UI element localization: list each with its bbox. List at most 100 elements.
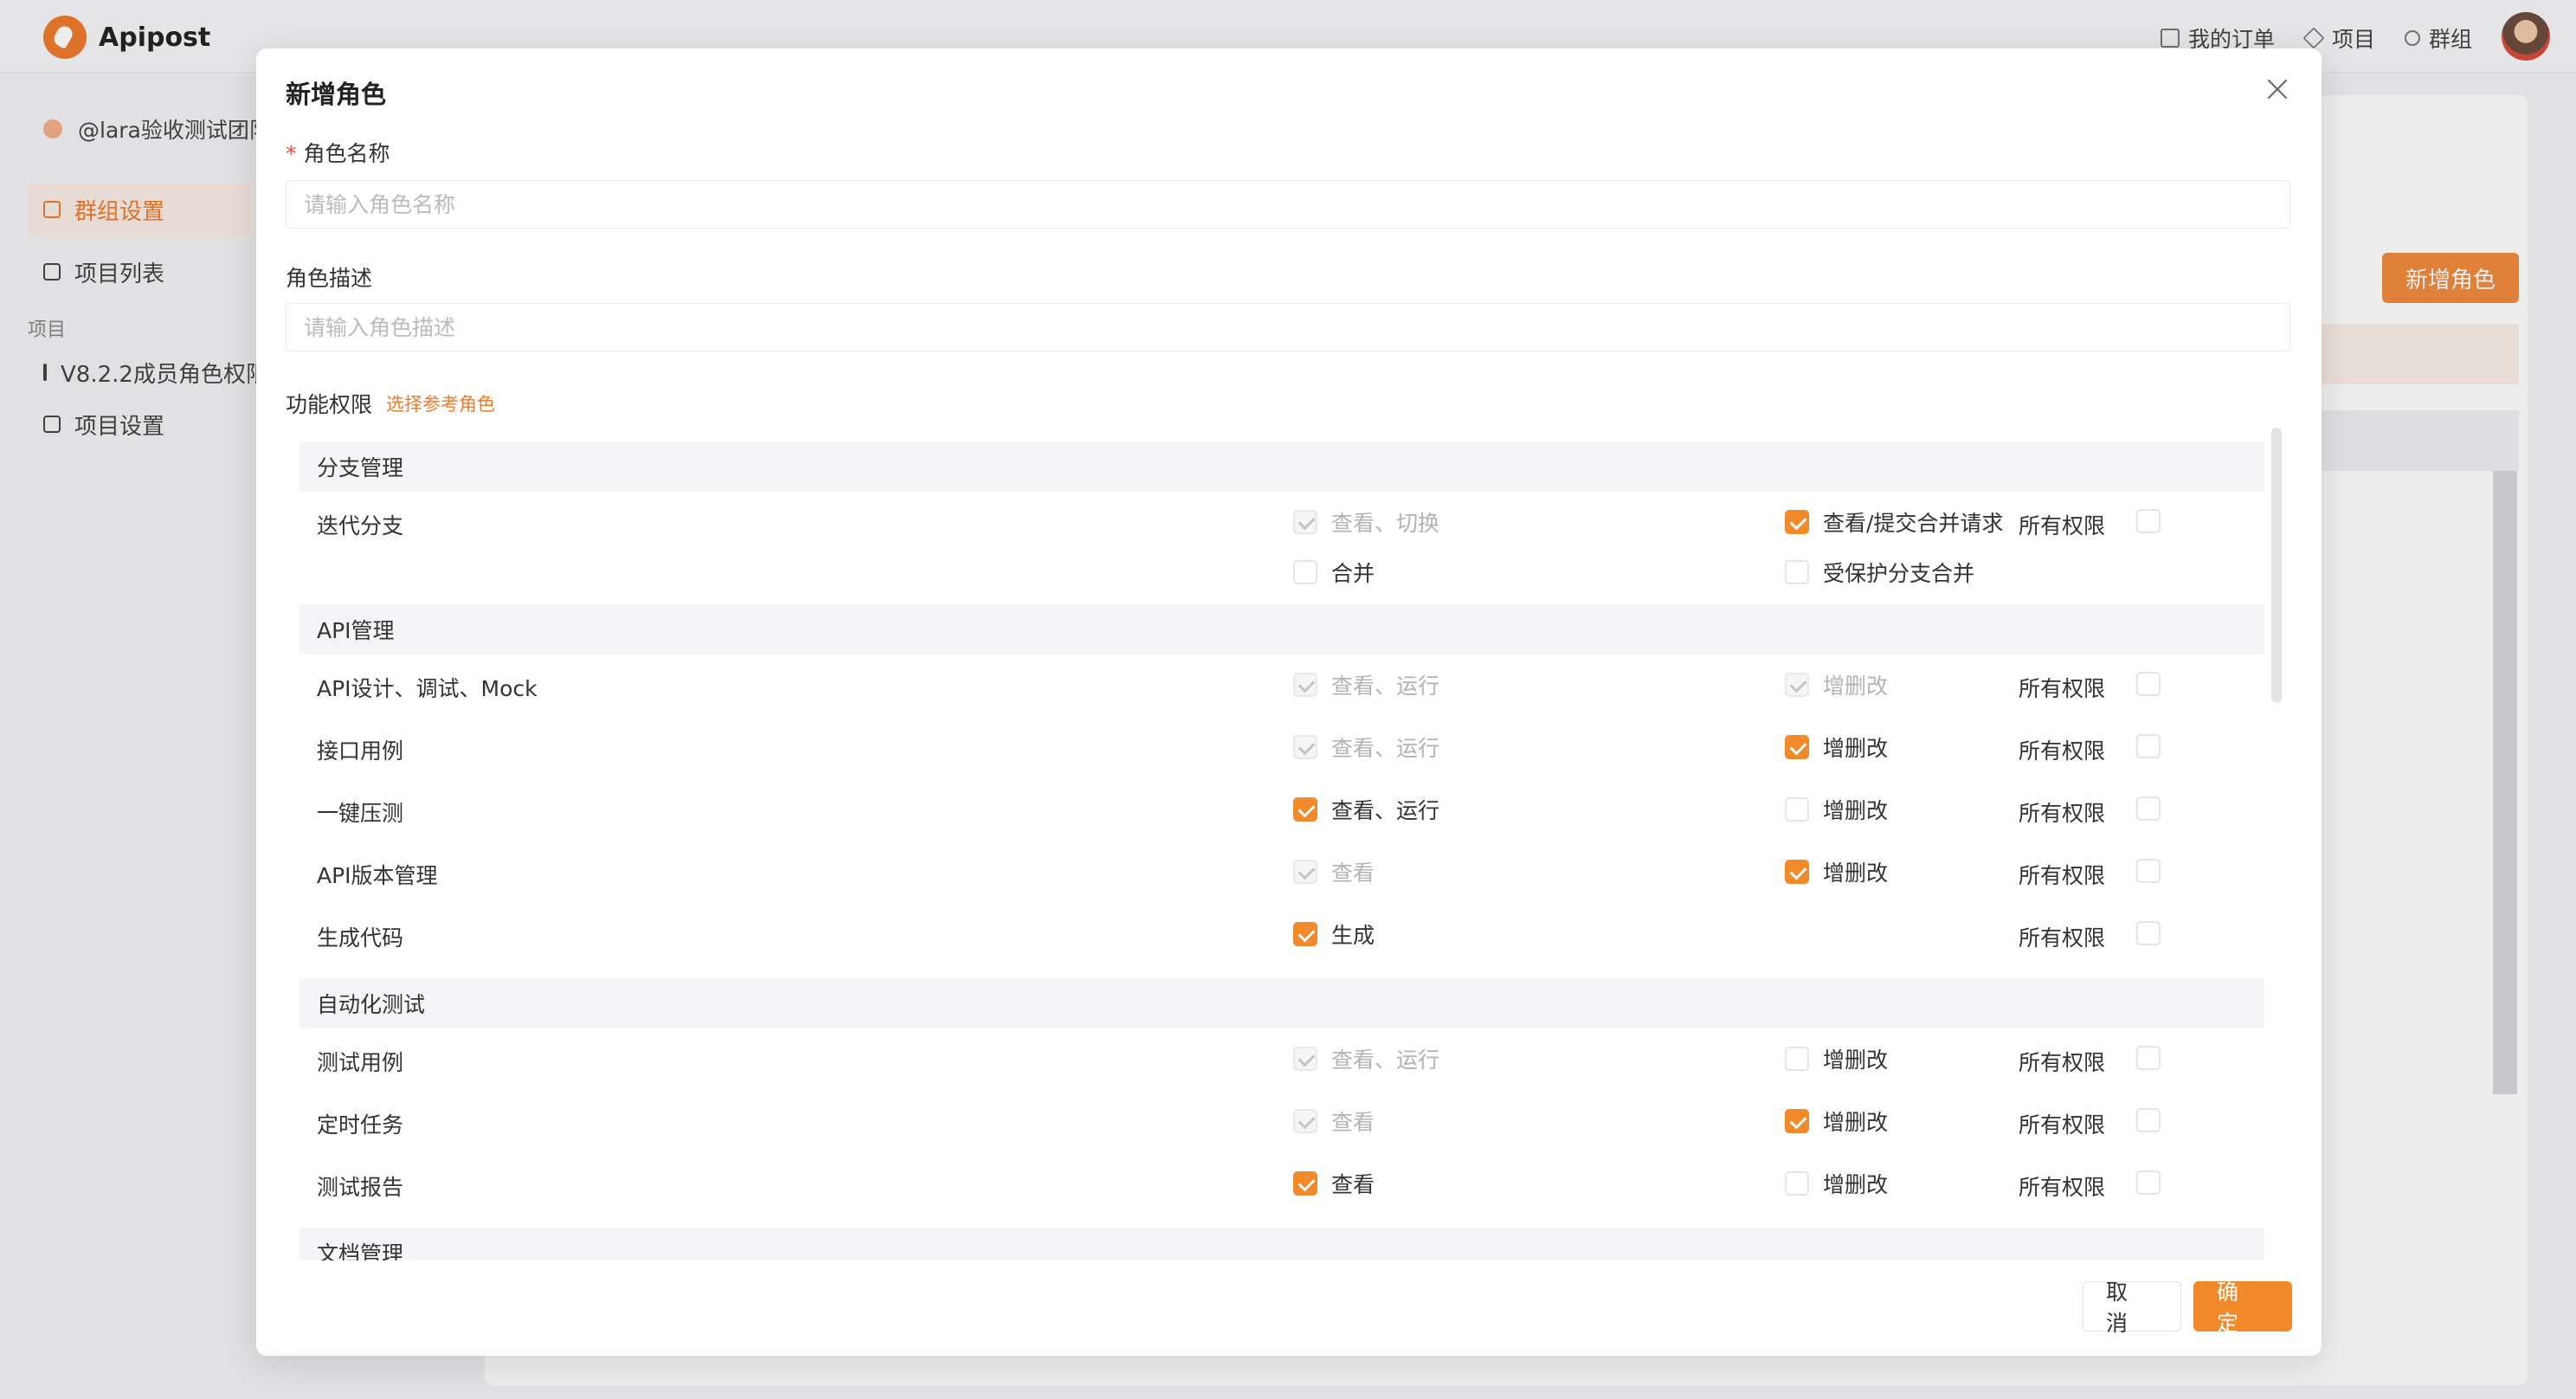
checkbox <box>1293 735 1317 759</box>
role-desc-label: 角色描述 <box>286 266 373 291</box>
permission-row: 迭代分支 查看、切换 查看/提交合并请求合并 受保护分支合并 所有权限 <box>299 497 2264 586</box>
permission-option[interactable]: 查看/提交合并请求 <box>1785 506 2003 538</box>
permission-name: 生成代码 <box>317 925 404 951</box>
option-label: 查看 <box>1331 1172 1375 1197</box>
select-reference-role-link[interactable]: 选择参考角色 <box>386 390 495 416</box>
checkbox[interactable] <box>1293 797 1317 822</box>
permission-row: API设计、调试、Mock 查看、运行 增删改 所有权限 <box>299 660 2264 708</box>
all-permissions-label: 所有权限 <box>2019 925 2106 951</box>
permission-option: 查看 <box>1293 1106 1375 1137</box>
permission-option: 查看、切换 <box>1293 506 1439 538</box>
all-permissions-checkbox[interactable] <box>2136 672 2161 696</box>
permission-option[interactable]: 受保护分支合并 <box>1785 557 1974 588</box>
checkbox[interactable] <box>1785 560 1809 584</box>
modal-footer: 取 消 确 定 <box>2083 1280 2292 1336</box>
close-icon[interactable] <box>2263 74 2292 104</box>
permission-option[interactable]: 查看、运行 <box>1293 794 1439 825</box>
checkbox[interactable] <box>1293 560 1317 584</box>
checkbox <box>1293 673 1317 697</box>
permission-option[interactable]: 合并 <box>1293 557 1375 588</box>
permission-option: 查看、运行 <box>1293 732 1439 763</box>
option-label: 生成 <box>1331 923 1375 948</box>
permission-name: 一键压测 <box>317 801 404 826</box>
permission-row: 测试用例 查看、运行 增删改 所有权限 <box>299 1034 2264 1082</box>
permission-section-header: API管理 <box>299 604 2264 654</box>
perm-label: 功能权限 <box>286 392 373 417</box>
checkbox[interactable] <box>1785 510 1809 534</box>
all-permissions-checkbox[interactable] <box>2136 859 2161 883</box>
confirm-button[interactable]: 确 定 <box>2193 1280 2292 1336</box>
permission-option[interactable]: 增删改 <box>1785 856 1888 887</box>
permission-option: 查看 <box>1293 856 1375 887</box>
all-permissions-checkbox[interactable] <box>2136 734 2161 758</box>
permission-option[interactable]: 增删改 <box>1785 1043 1888 1074</box>
permission-name: 迭代分支 <box>317 513 404 538</box>
permission-row: 测试报告 查看 增删改 所有权限 <box>299 1158 2264 1207</box>
permission-scrollbar[interactable] <box>2271 428 2282 1260</box>
permission-section-header: 自动化测试 <box>299 978 2264 1028</box>
checkbox[interactable] <box>1785 797 1809 822</box>
all-permissions-checkbox[interactable] <box>2136 921 2161 945</box>
checkbox <box>1785 673 1809 697</box>
checkbox[interactable] <box>1785 860 1809 884</box>
option-label: 增删改 <box>1823 798 1889 823</box>
all-permissions-label: 所有权限 <box>2019 1112 2106 1138</box>
option-label: 查看、运行 <box>1331 674 1440 699</box>
permission-row: 生成代码 生成 所有权限 <box>299 909 2264 957</box>
modal-title: 新增角色 <box>286 80 387 109</box>
checkbox[interactable] <box>1785 1109 1809 1133</box>
option-label: 查看、运行 <box>1331 798 1440 823</box>
checkbox <box>1293 860 1317 884</box>
all-permissions-checkbox[interactable] <box>2136 1170 2161 1195</box>
checkbox[interactable] <box>1785 1047 1809 1071</box>
checkbox <box>1293 1047 1317 1071</box>
permission-name: API设计、调试、Mock <box>317 676 538 701</box>
checkbox[interactable] <box>1785 1171 1809 1196</box>
permission-option[interactable]: 增删改 <box>1785 794 1888 825</box>
all-permissions-checkbox[interactable] <box>2136 1108 2161 1132</box>
all-permissions-label: 所有权限 <box>2019 513 2106 538</box>
option-label: 查看 <box>1331 1110 1375 1135</box>
option-label: 增删改 <box>1823 1110 1889 1135</box>
all-permissions-label: 所有权限 <box>2019 1050 2106 1075</box>
role-desc-input[interactable] <box>286 303 2290 351</box>
role-name-label-text: 角色名称 <box>303 141 390 166</box>
permission-option: 增删改 <box>1785 669 1888 700</box>
scroll-thumb[interactable] <box>2271 428 2282 703</box>
option-label: 查看 <box>1331 861 1375 886</box>
checkbox <box>1293 1109 1317 1133</box>
option-label: 受保护分支合并 <box>1823 561 1975 586</box>
permission-name: 测试用例 <box>317 1050 404 1075</box>
permission-list: 分支管理 迭代分支 查看、切换 查看/提交合并请求 合并 受保护分支合并 所有权限 API管理… <box>299 428 2282 1260</box>
option-label: 增删改 <box>1823 1172 1889 1197</box>
role-name-input[interactable] <box>286 180 2290 229</box>
all-permissions-checkbox[interactable] <box>2136 509 2161 533</box>
all-permissions-label: 所有权限 <box>2019 676 2106 701</box>
permission-option[interactable]: 增删改 <box>1785 1106 1888 1137</box>
permission-section-header: 文档管理 <box>299 1228 2264 1260</box>
permission-row: 接口用例 查看、运行 增删改 所有权限 <box>299 722 2264 770</box>
option-label: 增删改 <box>1823 861 1889 886</box>
all-permissions-label: 所有权限 <box>2019 1175 2106 1200</box>
permission-option[interactable]: 增删改 <box>1785 1168 1888 1199</box>
permission-name: 测试报告 <box>317 1175 404 1200</box>
all-permissions-checkbox[interactable] <box>2136 796 2161 821</box>
permission-row: API版本管理 查看 增删改 所有权限 <box>299 847 2264 895</box>
permission-name: API版本管理 <box>317 863 438 888</box>
permission-option[interactable]: 查看 <box>1293 1168 1375 1199</box>
cancel-button[interactable]: 取 消 <box>2083 1280 2181 1336</box>
permission-name: 定时任务 <box>317 1112 404 1138</box>
checkbox[interactable] <box>1293 922 1317 946</box>
option-label: 增删改 <box>1823 674 1889 699</box>
all-permissions-checkbox[interactable] <box>2136 1046 2161 1070</box>
option-label: 查看/提交合并请求 <box>1823 511 2004 536</box>
all-permissions-label: 所有权限 <box>2019 738 2106 764</box>
permission-option: 查看、运行 <box>1293 1043 1439 1074</box>
permission-row: 一键压测 查看、运行 增删改 所有权限 <box>299 784 2264 833</box>
permission-option[interactable]: 生成 <box>1293 919 1375 950</box>
permission-option: 查看、运行 <box>1293 669 1439 700</box>
permission-option[interactable]: 增删改 <box>1785 732 1888 763</box>
option-label: 合并 <box>1331 561 1375 586</box>
checkbox[interactable] <box>1785 735 1809 759</box>
checkbox[interactable] <box>1293 1171 1317 1196</box>
